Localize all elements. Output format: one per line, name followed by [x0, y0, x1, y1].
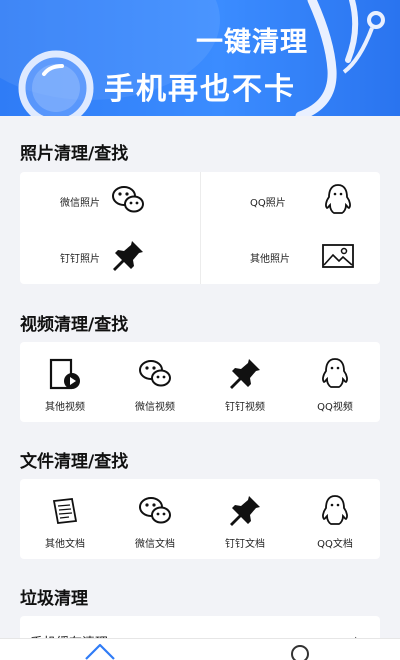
file-item-other[interactable]: 其他文档 [20, 479, 110, 559]
file-item-label: QQ文档 [317, 539, 353, 550]
files-card: 其他文档 微信文档 钉钉文档 QQ文档 [20, 479, 380, 559]
top-banner: 一键清理 手机再也不卡 [0, 0, 400, 116]
videos-card: 其他视频 微信视频 钉钉视频 QQ视频 [20, 342, 380, 422]
file-item-wechat[interactable]: 微信文档 [110, 479, 200, 559]
photos-card: 微信照片 QQ照片 钉钉照片 其他照片 [20, 172, 380, 284]
photo-item-dingtalk[interactable]: 钉钉照片 [20, 228, 200, 284]
photo-item-qq[interactable]: QQ照片 [200, 172, 380, 228]
file-item-label: 其他文档 [45, 539, 85, 550]
nav-profile[interactable] [270, 639, 330, 660]
wechat-icon [112, 186, 144, 213]
wechat-icon [139, 497, 171, 524]
video-item-wechat[interactable]: 微信视频 [110, 342, 200, 422]
section-title-photos: 照片清理/查找 [20, 144, 129, 164]
qq-penguin-icon [322, 358, 348, 388]
qq-penguin-icon [325, 184, 351, 214]
document-icon [52, 498, 78, 524]
nav-home[interactable] [70, 639, 130, 660]
video-item-dingtalk[interactable]: 钉钉视频 [200, 342, 290, 422]
pushpin-icon [230, 496, 260, 526]
pushpin-icon [113, 241, 143, 271]
video-item-label: 其他视频 [45, 402, 85, 413]
banner-title-primary: 一键清理 [196, 27, 308, 58]
file-item-qq[interactable]: QQ文档 [290, 479, 380, 559]
video-item-label: 钉钉视频 [225, 402, 265, 413]
video-item-other[interactable]: 其他视频 [20, 342, 110, 422]
section-title-files: 文件清理/查找 [20, 452, 129, 472]
video-file-icon [49, 358, 80, 390]
wechat-icon [139, 360, 171, 387]
file-item-label: 微信文档 [135, 539, 175, 550]
photo-item-label: 其他照片 [250, 254, 290, 265]
qq-penguin-icon [322, 495, 348, 525]
photo-item-label: 钉钉照片 [60, 254, 100, 265]
section-title-junk: 垃圾清理 [20, 589, 88, 609]
video-item-label: QQ视频 [317, 402, 353, 413]
home-icon [85, 643, 115, 660]
pushpin-icon [230, 359, 260, 389]
photo-item-label: QQ照片 [250, 198, 286, 209]
photo-item-other[interactable]: 其他照片 [200, 228, 380, 284]
photo-item-wechat[interactable]: 微信照片 [20, 172, 200, 228]
file-item-label: 钉钉文档 [225, 539, 265, 550]
video-item-label: 微信视频 [135, 402, 175, 413]
photo-item-label: 微信照片 [60, 198, 100, 209]
section-title-videos: 视频清理/查找 [20, 315, 129, 335]
video-item-qq[interactable]: QQ视频 [290, 342, 380, 422]
picture-icon [322, 244, 354, 268]
banner-title-secondary: 手机再也不卡 [104, 72, 296, 107]
bottom-navigation [0, 638, 400, 660]
file-item-dingtalk[interactable]: 钉钉文档 [200, 479, 290, 559]
profile-icon [291, 645, 309, 660]
